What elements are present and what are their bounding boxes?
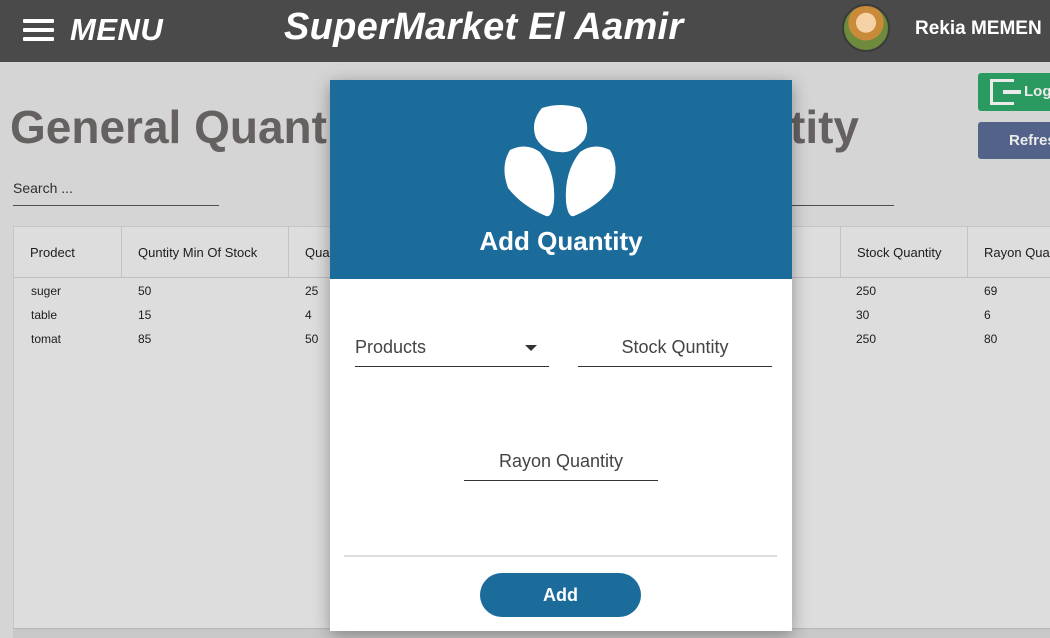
user-avatar[interactable] — [842, 4, 890, 52]
store-logo-icon — [504, 105, 616, 217]
products-select-label: Products — [355, 337, 427, 357]
app-title: SuperMarket El Aamir — [284, 6, 684, 48]
rayon-quantity-placeholder: Rayon Quantity — [498, 451, 624, 471]
top-bar: MENU SuperMarket El Aamir Rekia MEMEN — [0, 0, 1050, 62]
chevron-down-icon — [525, 345, 537, 351]
add-quantity-dialog: Add Quantity Products Stock Quntity Rayo… — [330, 80, 792, 631]
stock-quantity-input[interactable]: Stock Quntity — [578, 337, 772, 367]
dialog-header: Add Quantity — [330, 80, 792, 279]
products-select[interactable]: Products — [355, 337, 549, 367]
hamburger-menu-icon[interactable] — [23, 19, 54, 41]
user-name[interactable]: Rekia MEMEN — [915, 18, 1042, 40]
add-button[interactable]: Add — [480, 573, 641, 617]
menu-label[interactable]: MENU — [70, 12, 163, 48]
rayon-quantity-input[interactable]: Rayon Quantity — [464, 451, 658, 481]
stock-quantity-placeholder: Stock Quntity — [621, 337, 729, 357]
dialog-title: Add Quantity — [479, 226, 643, 256]
dialog-divider — [344, 555, 777, 557]
